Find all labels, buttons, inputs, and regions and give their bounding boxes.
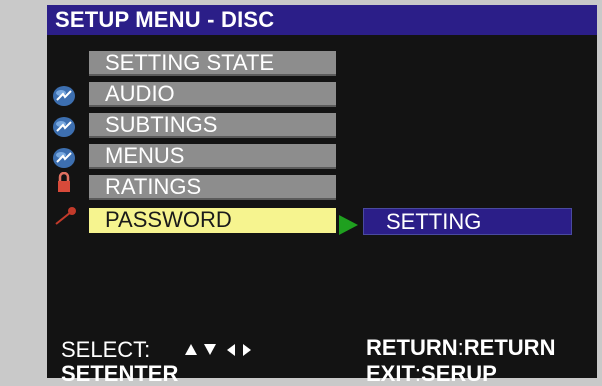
menu-item-subtings[interactable]: SUBTINGS bbox=[89, 113, 336, 138]
return-key: RETURN bbox=[366, 335, 458, 360]
menu-item-ratings[interactable]: RATINGS bbox=[89, 175, 336, 200]
arrow-right-icon bbox=[243, 344, 251, 356]
menu-item-label: PASSWORD bbox=[105, 207, 232, 232]
submenu-pointer-icon bbox=[339, 215, 358, 235]
disc-icon bbox=[53, 117, 75, 137]
osd-screen: SETUP MENU - DISC SETTING STATE AUDIO SU… bbox=[47, 5, 597, 386]
return-hint: RETURN:RETURN bbox=[366, 336, 555, 360]
menu-item-label: AUDIO bbox=[105, 81, 175, 106]
lock-icon bbox=[58, 172, 70, 192]
return-action: RETURN bbox=[463, 335, 556, 360]
menu-item-audio[interactable]: AUDIO bbox=[89, 82, 336, 107]
menu-item-password[interactable]: PASSWORD bbox=[89, 208, 336, 233]
exit-hint: EXIT:SERUP bbox=[366, 362, 497, 386]
menu-item-label: MENUS bbox=[105, 143, 185, 168]
nav-arrows bbox=[185, 344, 251, 356]
arrow-up-icon bbox=[185, 344, 197, 355]
arrow-left-icon bbox=[227, 344, 235, 356]
key-icon bbox=[55, 207, 76, 225]
disc-icon bbox=[53, 148, 75, 168]
menu-item-menus[interactable]: MENUS bbox=[89, 144, 336, 169]
select-label: SELECT: bbox=[61, 337, 151, 362]
menu-header: SETUP MENU - DISC bbox=[47, 5, 597, 35]
submenu-item-setting[interactable]: SETTING bbox=[363, 208, 572, 235]
exit-action: SERUP bbox=[421, 361, 497, 386]
menu-item-label: RATINGS bbox=[105, 174, 202, 199]
disc-icon bbox=[53, 86, 75, 106]
menu-item-setting-state[interactable]: SETTING STATE bbox=[89, 51, 336, 76]
arrow-down-icon bbox=[204, 344, 216, 355]
exit-key: EXIT bbox=[366, 361, 415, 386]
menu-item-label: SUBTINGS bbox=[105, 112, 218, 137]
submenu-item-label: SETTING bbox=[386, 209, 482, 234]
enter-label: SETENTER bbox=[61, 361, 179, 386]
menu-item-label: SETTING STATE bbox=[105, 50, 275, 75]
menu-title: SETUP MENU - DISC bbox=[55, 7, 275, 32]
